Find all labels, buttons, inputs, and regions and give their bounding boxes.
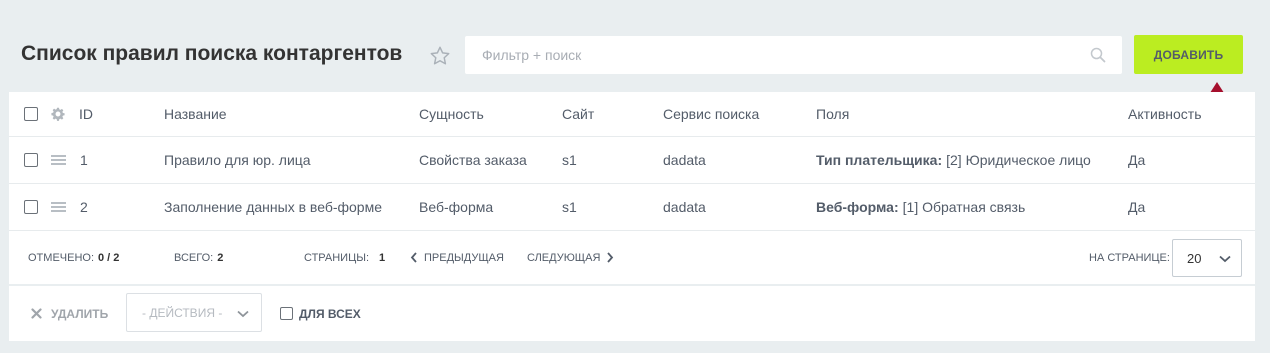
drag-handle-icon[interactable]: [51, 155, 66, 165]
cell-entity: Свойства заказа: [419, 152, 527, 168]
selected-label: ОТМЕЧЕНО:: [28, 251, 94, 264]
rules-table: ID Название Сущность Сайт Сервис поиска …: [9, 92, 1255, 284]
pages: СТРАНИЦЫ: 1: [304, 231, 385, 284]
column-header-site[interactable]: Сайт: [562, 92, 594, 136]
actions-select[interactable]: - ДЕЙСТВИЯ -: [126, 293, 262, 332]
cell-service: dadata: [663, 152, 706, 168]
next-page-link[interactable]: СЛЕДУЮЩАЯ: [527, 231, 614, 284]
fields-value: [1] Обратная связь: [902, 199, 1026, 215]
selected-count: ОТМЕЧЕНО: 0 / 2: [28, 231, 119, 284]
close-icon: [31, 308, 42, 319]
cell-fields: Тип плательщика: [2] Юридическое лицо: [816, 137, 1091, 183]
cell-site: s1: [562, 152, 577, 168]
column-header-id[interactable]: ID: [79, 92, 93, 136]
cell-active: Да: [1128, 152, 1146, 168]
cell-name[interactable]: Заполнение данных в веб-форме: [164, 184, 382, 230]
pagination-bar: ОТМЕЧЕНО: 0 / 2 ВСЕГО: 2 СТРАНИЦЫ: 1 ПРЕ…: [9, 231, 1255, 284]
column-header-fields[interactable]: Поля: [816, 92, 849, 136]
actions-placeholder: - ДЕЙСТВИЯ -: [142, 305, 223, 320]
total-count: ВСЕГО: 2: [174, 231, 223, 284]
cell-entity: Веб-форма: [419, 199, 494, 215]
pages-label: СТРАНИЦЫ:: [304, 251, 370, 264]
search-input[interactable]: [465, 36, 1122, 74]
prev-page-link[interactable]: ПРЕДЫДУЩАЯ: [410, 231, 504, 284]
delete-button[interactable]: УДАЛИТЬ: [31, 286, 108, 341]
row-checkbox[interactable]: [24, 153, 38, 167]
chevron-left-icon: [410, 252, 417, 263]
star-icon[interactable]: [429, 45, 451, 67]
for-all-option[interactable]: ДЛЯ ВСЕХ: [280, 286, 361, 341]
column-header-active[interactable]: Активность: [1128, 92, 1202, 136]
per-page-label: НА СТРАНИЦЕ:: [1089, 251, 1170, 264]
cell-active: Да: [1128, 199, 1146, 215]
add-button[interactable]: ДОБАВИТЬ: [1134, 35, 1243, 74]
column-header-service[interactable]: Сервис поиска: [663, 92, 759, 136]
table-row[interactable]: 1 Правило для юр. лица Свойства заказа s…: [9, 137, 1255, 184]
selected-value: 0 / 2: [98, 251, 120, 264]
column-header-entity[interactable]: Сущность: [419, 92, 484, 136]
page-title: Список правил поиска контаргентов: [21, 42, 403, 65]
cell-id: 2: [80, 199, 88, 215]
search-bar[interactable]: [465, 36, 1122, 74]
total-value: 2: [217, 251, 224, 264]
row-checkbox[interactable]: [24, 200, 38, 214]
for-all-label: ДЛЯ ВСЕХ: [299, 306, 361, 321]
next-label: СЛЕДУЮЩАЯ: [527, 251, 601, 264]
cell-name[interactable]: Правило для юр. лица: [164, 137, 311, 183]
select-all-checkbox[interactable]: [24, 107, 38, 121]
group-actions-bar: УДАЛИТЬ - ДЕЙСТВИЯ - ДЛЯ ВСЕХ: [9, 286, 1255, 341]
chevron-right-icon: [607, 252, 614, 263]
cell-id: 1: [80, 152, 88, 168]
search-icon[interactable]: [1090, 47, 1106, 63]
total-label: ВСЕГО:: [174, 251, 214, 264]
gear-icon[interactable]: [51, 107, 65, 121]
cell-service: dadata: [663, 199, 706, 215]
per-page-select[interactable]: 20: [1172, 239, 1242, 277]
chevron-down-icon: [1219, 255, 1231, 263]
page-number[interactable]: 1: [379, 252, 385, 264]
fields-label: Веб-форма:: [816, 199, 899, 215]
for-all-checkbox[interactable]: [280, 307, 293, 320]
prev-label: ПРЕДЫДУЩАЯ: [424, 251, 504, 264]
column-header-name[interactable]: Название: [164, 92, 227, 136]
table-row[interactable]: 2 Заполнение данных в веб-форме Веб-форм…: [9, 184, 1255, 231]
fields-label: Тип плательщика:: [816, 152, 943, 168]
cell-site: s1: [562, 199, 577, 215]
chevron-down-icon: [237, 310, 249, 318]
drag-handle-icon[interactable]: [51, 202, 66, 212]
table-header: ID Название Сущность Сайт Сервис поиска …: [9, 92, 1255, 137]
per-page-value: 20: [1187, 250, 1202, 266]
fields-value: [2] Юридическое лицо: [946, 152, 1091, 168]
delete-label: УДАЛИТЬ: [51, 306, 109, 321]
cell-fields: Веб-форма: [1] Обратная связь: [816, 184, 1025, 230]
